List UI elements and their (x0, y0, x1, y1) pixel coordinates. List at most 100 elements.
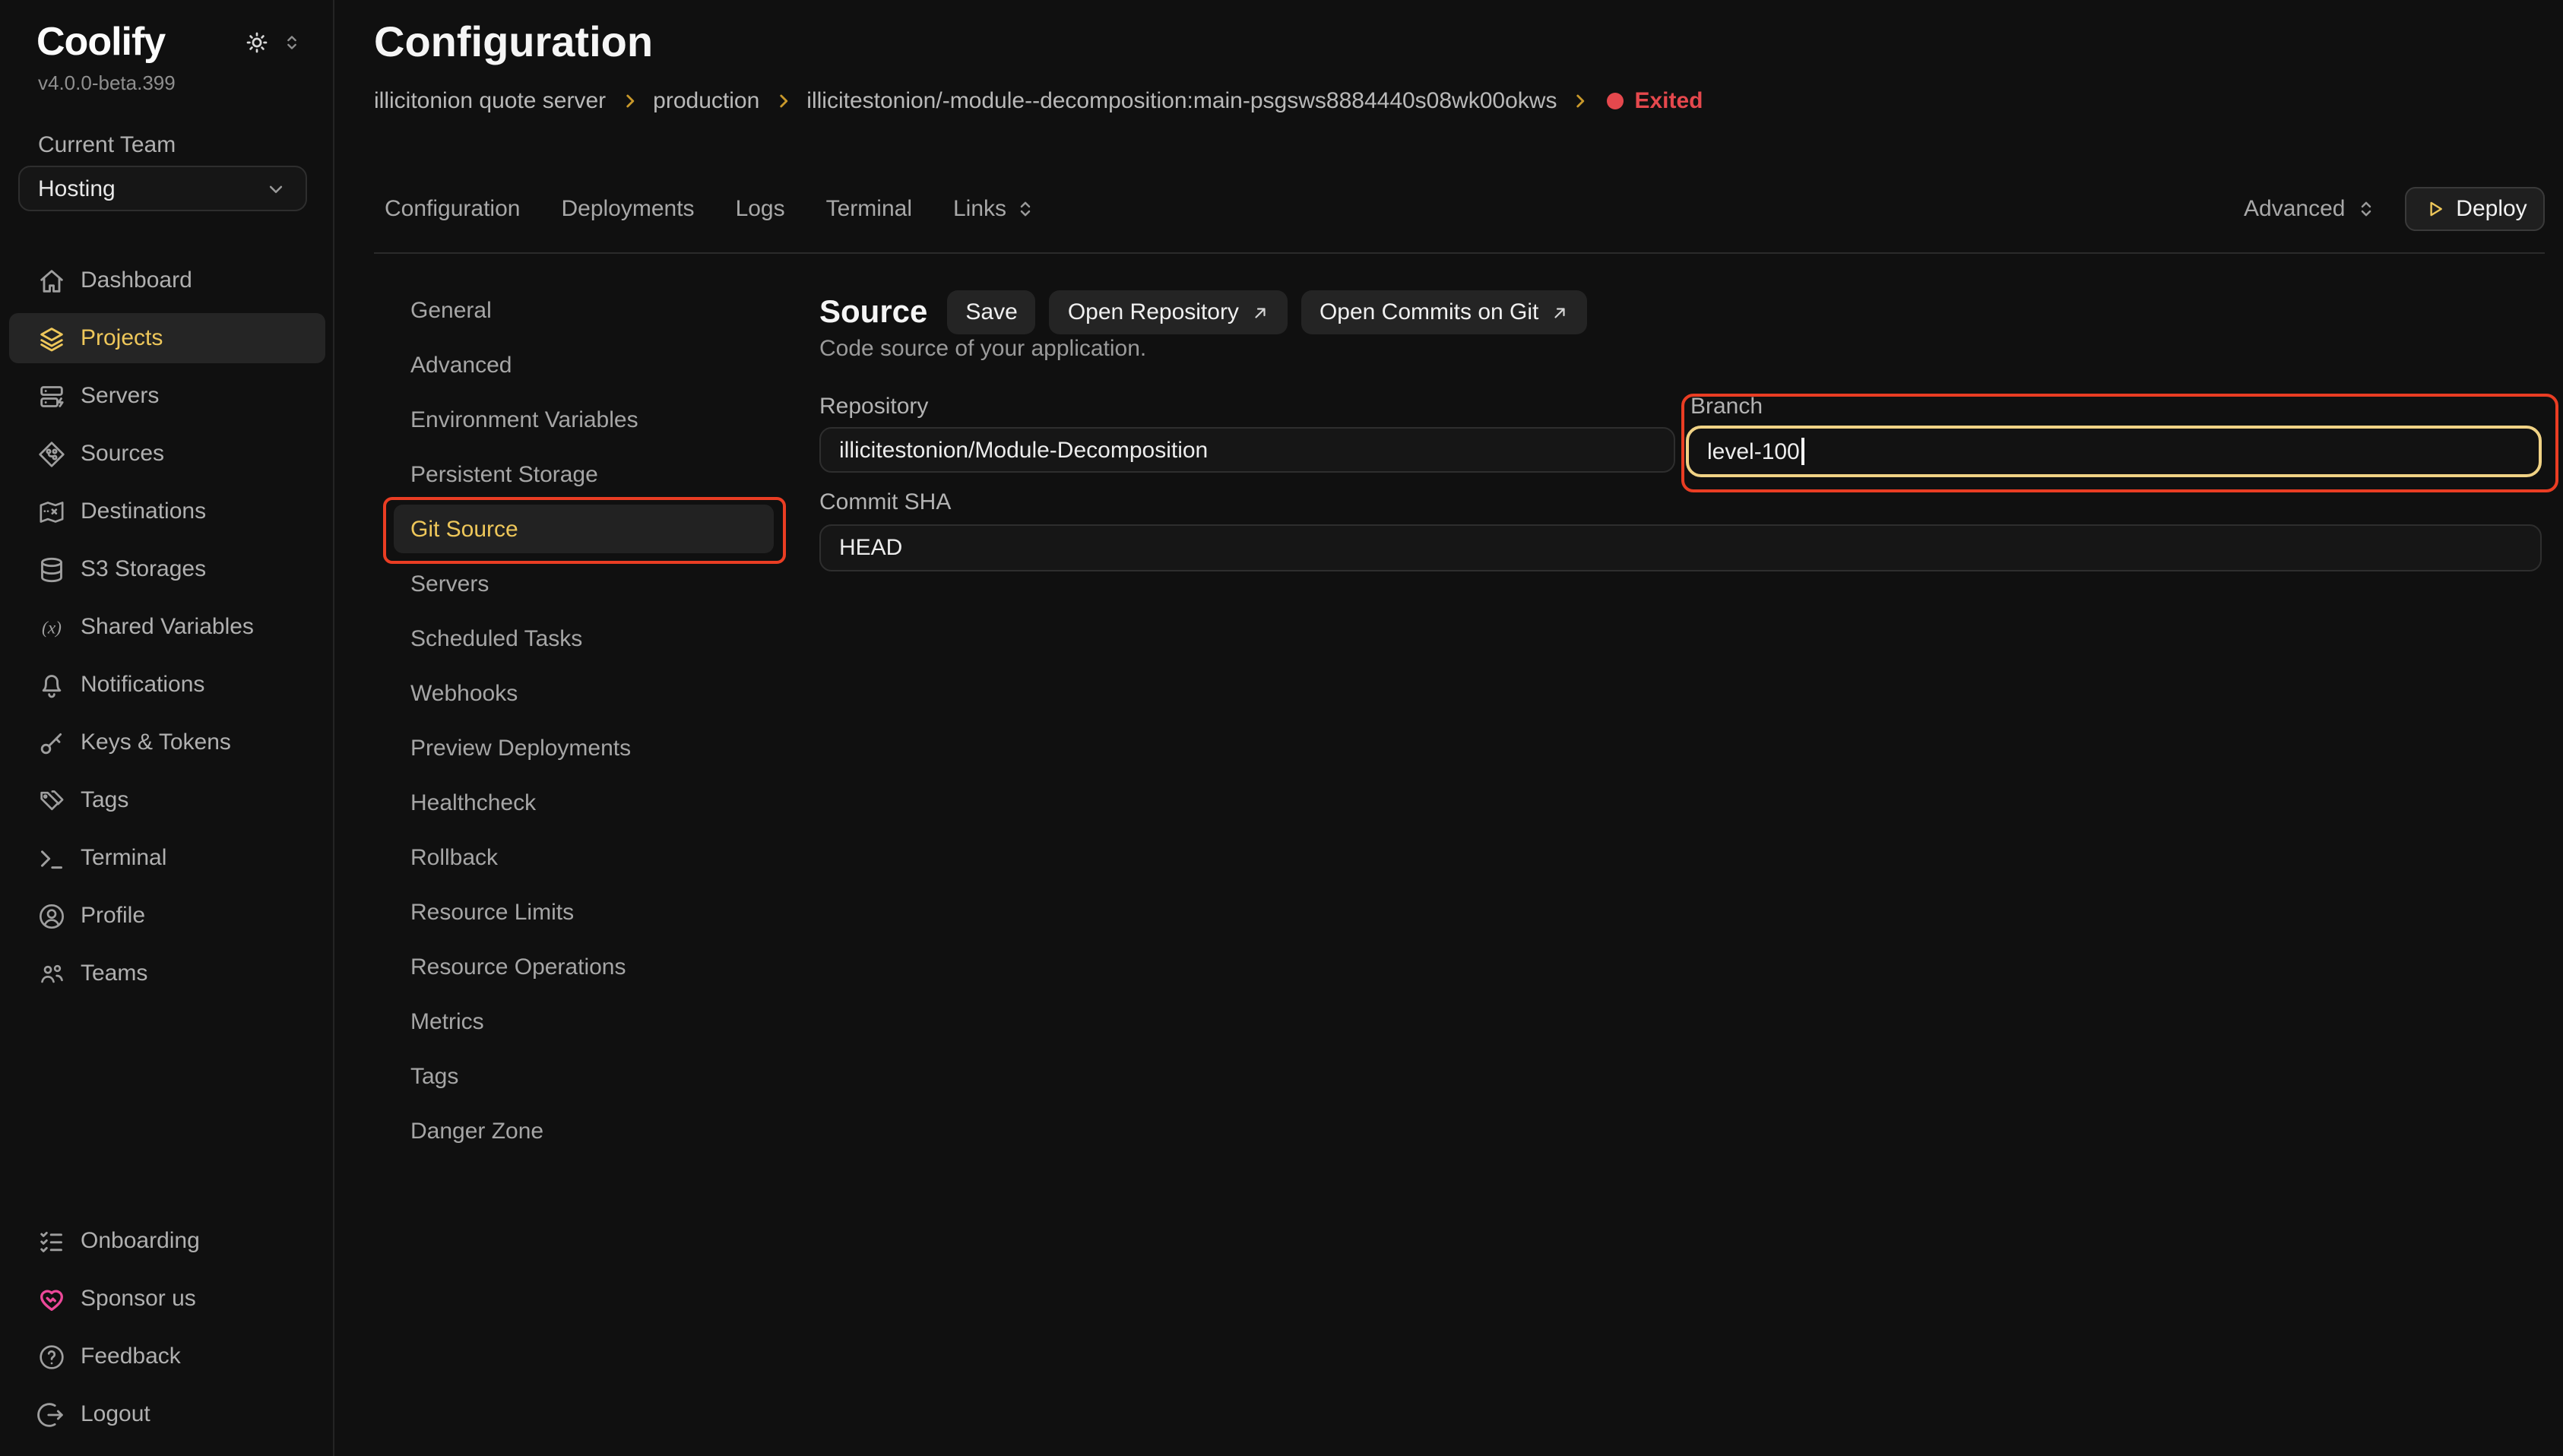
repository-input[interactable]: illicitestonion/Module-Decomposition (819, 427, 1675, 473)
sidebar-item-label: Tags (81, 787, 128, 813)
sidebar-item-tags[interactable]: Tags (9, 775, 325, 825)
sun-icon (243, 29, 271, 56)
page-title: Configuration (374, 18, 653, 67)
app-logo: Coolify (36, 18, 165, 65)
open-repository-button[interactable]: Open Repository (1050, 290, 1288, 334)
sidebar-item-label: Servers (81, 383, 159, 409)
sidebar-item-feedback[interactable]: Feedback (9, 1331, 325, 1382)
sidebar-item-label: S3 Storages (81, 556, 206, 582)
tab-configuration[interactable]: Configuration (385, 196, 520, 222)
sidebar-item-label: Dashboard (81, 267, 192, 293)
sidebar-item-keys-tokens[interactable]: Keys & Tokens (9, 717, 325, 768)
advanced-select[interactable]: Advanced (2244, 187, 2377, 231)
subnav-item-resource-limits[interactable]: Resource Limits (394, 888, 774, 936)
tab-terminal[interactable]: Terminal (826, 196, 912, 222)
sidebar-item-label: Logout (81, 1401, 150, 1427)
subnav-item-danger-zone[interactable]: Danger Zone (394, 1106, 774, 1155)
breadcrumb-application[interactable]: illicitestonion/-module--decomposition:m… (806, 87, 1557, 113)
sidebar-item-destinations[interactable]: Destinations (9, 486, 325, 537)
subnav-item-healthcheck[interactable]: Healthcheck (394, 778, 774, 827)
subnav-item-tags[interactable]: Tags (394, 1052, 774, 1100)
sidebar-item-projects[interactable]: Projects (9, 313, 325, 363)
sidebar-item-label: Onboarding (81, 1228, 200, 1254)
sidebar-item-shared-variables[interactable]: (x) Shared Variables (9, 602, 325, 652)
sidebar-item-teams[interactable]: Teams (9, 948, 325, 999)
sidebar-item-label: Teams (81, 961, 147, 986)
advanced-label: Advanced (2244, 196, 2345, 222)
subnav-item-resource-operations[interactable]: Resource Operations (394, 942, 774, 991)
status-badge: Exited (1607, 87, 1703, 113)
tab-deployments[interactable]: Deployments (561, 196, 694, 222)
sidebar-item-dashboard[interactable]: Dashboard (9, 255, 325, 305)
sidebar-item-label: Sponsor us (81, 1286, 196, 1312)
theme-toggle-button[interactable] (243, 29, 271, 56)
open-commits-button[interactable]: Open Commits on Git (1301, 290, 1587, 334)
status-dot-icon (1607, 92, 1624, 109)
sidebar-item-notifications[interactable]: Notifications (9, 660, 325, 710)
sidebar-item-servers[interactable]: Servers (9, 371, 325, 421)
sidebar-item-logout[interactable]: Logout (9, 1389, 325, 1439)
team-select[interactable]: Hosting (18, 166, 307, 211)
svg-text:(x): (x) (42, 618, 62, 638)
deploy-label: Deploy (2456, 196, 2527, 222)
commit-sha-input[interactable]: HEAD (819, 524, 2542, 571)
subnav-item-servers[interactable]: Servers (394, 559, 774, 608)
open-commits-label: Open Commits on Git (1320, 299, 1538, 325)
subnav-item-scheduled-tasks[interactable]: Scheduled Tasks (394, 614, 774, 663)
deploy-button[interactable]: Deploy (2405, 187, 2545, 231)
breadcrumb-project[interactable]: illicitonion quote server (374, 87, 606, 113)
subnav-item-metrics[interactable]: Metrics (394, 997, 774, 1046)
branch-input[interactable]: level-100 (1686, 426, 2542, 477)
repository-label: Repository (819, 394, 928, 419)
branch-label: Branch (1690, 394, 1763, 419)
sidebar-item-profile[interactable]: Profile (9, 891, 325, 941)
chevron-right-icon (773, 90, 793, 110)
subnav-item-advanced[interactable]: Advanced (394, 340, 774, 389)
repository-value: illicitestonion/Module-Decomposition (839, 437, 1208, 463)
subnav-item-persistent-storage[interactable]: Persistent Storage (394, 450, 774, 499)
heart-hands-icon (36, 1283, 67, 1314)
tab-links-label: Links (953, 196, 1006, 222)
open-repository-label: Open Repository (1068, 299, 1239, 325)
subnav-item-preview-deployments[interactable]: Preview Deployments (394, 723, 774, 772)
sidebar-item-s3-storages[interactable]: S3 Storages (9, 544, 325, 594)
sidebar-item-label: Terminal (81, 845, 166, 871)
save-button[interactable]: Save (947, 290, 1035, 334)
sidebar-item-onboarding[interactable]: Onboarding (9, 1216, 325, 1266)
text-caret (1802, 438, 1804, 465)
config-subnav: General Advanced Environment Variables P… (394, 286, 774, 1155)
theme-mode-select[interactable] (281, 32, 303, 53)
git-source-icon (36, 438, 67, 469)
source-description: Code source of your application. (819, 336, 1146, 362)
users-icon (36, 958, 67, 989)
subnav-item-rollback[interactable]: Rollback (394, 833, 774, 882)
subnav-item-git-source[interactable]: Git Source (394, 505, 774, 553)
tags-icon (36, 785, 67, 815)
sidebar-item-label: Notifications (81, 672, 204, 698)
sidebar: Coolify v4.0.0-beta.399 Current Team Hos… (0, 0, 334, 1456)
play-icon (2422, 198, 2445, 220)
chevron-up-down-icon (281, 32, 303, 53)
sidebar-item-sources[interactable]: Sources (9, 429, 325, 479)
sidebar-item-label: Keys & Tokens (81, 730, 231, 755)
sidebar-item-terminal[interactable]: Terminal (9, 833, 325, 883)
bell-icon (36, 669, 67, 700)
chevron-up-down-icon (2354, 198, 2377, 220)
source-heading: Source (819, 294, 927, 331)
branch-value: level-100 (1707, 438, 1800, 464)
chevron-right-icon (619, 90, 639, 110)
sidebar-item-label: Profile (81, 903, 145, 929)
external-link-icon (1251, 303, 1269, 321)
sidebar-item-label: Sources (81, 441, 164, 467)
sidebar-item-sponsor-us[interactable]: Sponsor us (9, 1274, 325, 1324)
database-icon (36, 554, 67, 584)
tab-logs[interactable]: Logs (736, 196, 785, 222)
subnav-item-environment-variables[interactable]: Environment Variables (394, 395, 774, 444)
subnav-item-webhooks[interactable]: Webhooks (394, 669, 774, 717)
breadcrumb-environment[interactable]: production (653, 87, 759, 113)
sidebar-item-label: Feedback (81, 1344, 181, 1369)
chevron-right-icon (1570, 90, 1590, 110)
subnav-item-general[interactable]: General (394, 286, 774, 334)
tab-links[interactable]: Links (953, 196, 1037, 222)
commit-sha-label: Commit SHA (819, 489, 951, 515)
